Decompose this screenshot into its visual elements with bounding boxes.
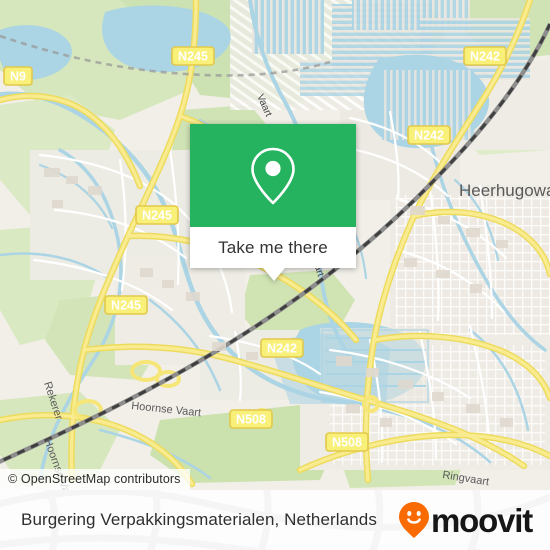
page-title: Burgering Verpakkingsmaterialen, Netherl… xyxy=(21,510,377,529)
moovit-logo[interactable]: moovit xyxy=(398,490,533,550)
callout-header xyxy=(190,124,356,227)
svg-text:N242: N242 xyxy=(470,50,500,64)
map-label: Heerhugowaard xyxy=(459,181,550,200)
road-shield: N508 xyxy=(229,409,273,429)
svg-text:N508: N508 xyxy=(236,413,266,427)
svg-text:N242: N242 xyxy=(414,129,444,143)
svg-text:N245: N245 xyxy=(111,299,141,313)
moovit-map-card: HeerhugowaardHoornse VaartHoornse VaartR… xyxy=(0,0,550,550)
road-shield: N245 xyxy=(171,46,215,66)
take-me-there-button[interactable]: Take me there xyxy=(190,227,356,268)
road-shield: N9 xyxy=(3,66,33,86)
svg-text:N242: N242 xyxy=(267,342,297,356)
svg-text:N9: N9 xyxy=(10,70,26,84)
svg-text:N245: N245 xyxy=(178,50,208,64)
road-shield: N242 xyxy=(260,338,304,358)
location-callout[interactable]: Take me there xyxy=(190,124,356,281)
map-canvas[interactable]: HeerhugowaardHoornse VaartHoornse VaartR… xyxy=(0,0,550,490)
road-shield: N242 xyxy=(463,46,507,66)
moovit-wordmark: moovit xyxy=(431,501,533,539)
road-shield: N245 xyxy=(104,295,148,315)
road-shield: N245 xyxy=(135,205,179,225)
callout-pointer xyxy=(263,268,285,281)
svg-text:N245: N245 xyxy=(142,209,172,223)
svg-text:N508: N508 xyxy=(332,436,362,450)
map-pin-icon xyxy=(251,147,295,204)
osm-attribution: © OpenStreetMap contributors xyxy=(0,469,190,490)
road-shield: N242 xyxy=(407,125,451,145)
road-shield: N508 xyxy=(325,432,369,452)
moovit-pin-smiley-icon xyxy=(399,502,430,538)
footer-bar: Burgering Verpakkingsmaterialen, Netherl… xyxy=(0,490,550,550)
